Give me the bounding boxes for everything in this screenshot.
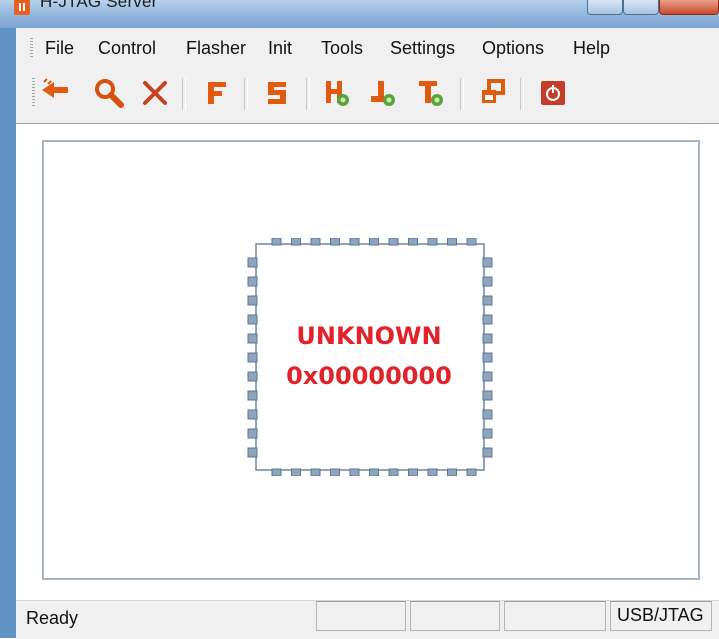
chip-pin-top — [291, 237, 301, 246]
chip-pin-bottom — [408, 468, 418, 477]
chip-pin-bottom — [330, 468, 340, 477]
app-icon — [14, 0, 30, 15]
chip-pin-bottom — [427, 468, 438, 477]
chip-pin-bottom — [291, 468, 301, 477]
search-magnifier-icon[interactable] — [92, 76, 126, 110]
flasher-f-icon[interactable] — [200, 76, 234, 110]
chip-pin-top — [388, 237, 399, 246]
caption-buttons — [587, 0, 719, 18]
menu-options[interactable]: Options — [482, 38, 544, 59]
chip-pin-top — [447, 237, 457, 246]
connection-type: USB/JTAG — [617, 605, 704, 625]
minimize-button[interactable] — [587, 0, 623, 15]
chip-pin-top — [427, 237, 438, 246]
chip-pin-bottom — [466, 468, 477, 477]
status-pane — [504, 601, 606, 631]
maximize-button[interactable] — [623, 0, 659, 15]
chip-pin-left — [247, 371, 258, 382]
chip-pin-right — [482, 257, 493, 268]
toolbar-separator — [244, 78, 248, 110]
chip-pin-right — [482, 352, 493, 363]
chip-pin-right — [482, 295, 493, 306]
chip-pin-top — [369, 237, 379, 246]
status-pane-connection: USB/JTAG — [610, 601, 712, 631]
chip-pin-top — [349, 237, 360, 246]
content-area: UNKNOWN 0x00000000 — [16, 123, 719, 601]
chip-pin-left — [247, 447, 258, 458]
close-x-icon[interactable] — [138, 76, 172, 110]
chip: UNKNOWN 0x00000000 — [244, 237, 494, 477]
chip-pin-right — [482, 371, 493, 382]
chip-pin-top — [466, 237, 477, 246]
chip-pin-left — [247, 276, 258, 287]
chip-pin-left — [247, 333, 258, 344]
chip-pin-left — [247, 409, 258, 420]
chip-pin-right — [482, 333, 493, 344]
chip-pin-left — [247, 295, 258, 306]
chip-body — [247, 237, 493, 477]
detect-target-arrow-icon[interactable] — [38, 76, 72, 110]
chip-pin-top — [310, 237, 321, 246]
toolbar-separator — [306, 78, 310, 110]
window-restore-icon[interactable] — [476, 76, 510, 110]
menu-flasher[interactable]: Flasher — [186, 38, 246, 59]
client-area: File Control Flasher Init Tools Settings… — [16, 28, 719, 639]
jtag-j-gear-icon[interactable] — [366, 76, 400, 110]
menu-help[interactable]: Help — [573, 38, 610, 59]
chip-pin-top — [408, 237, 418, 246]
menu-init[interactable]: Init — [268, 38, 292, 59]
chip-pin-bottom — [447, 468, 457, 477]
chip-pin-bottom — [310, 468, 321, 477]
window-title: H-JTAG Server — [40, 0, 158, 11]
chip-pin-bottom — [271, 468, 282, 477]
chip-pin-bottom — [388, 468, 399, 477]
menu-bar: File Control Flasher Init Tools Settings… — [16, 28, 719, 68]
status-bar: Ready USB/JTAG — [16, 600, 719, 639]
status-pane — [316, 601, 406, 631]
chip-pin-right — [482, 428, 493, 439]
toolbar — [16, 70, 719, 122]
chip-pin-top — [330, 237, 340, 246]
power-icon[interactable] — [536, 76, 570, 110]
tools-t-gear-icon[interactable] — [414, 76, 448, 110]
chip-pin-right — [482, 314, 493, 325]
chip-pin-bottom — [349, 468, 360, 477]
settings-s-icon[interactable] — [260, 76, 294, 110]
toolbar-separator — [460, 78, 464, 110]
toolbar-separator — [182, 78, 186, 110]
chip-pin-bottom — [369, 468, 379, 477]
menu-settings[interactable]: Settings — [390, 38, 455, 59]
menu-tools[interactable]: Tools — [321, 38, 363, 59]
toolbar-grip[interactable] — [32, 78, 35, 108]
close-button[interactable] — [659, 0, 719, 15]
chip-pin-right — [482, 447, 493, 458]
chip-pin-right — [482, 390, 493, 401]
chip-pin-right — [482, 276, 493, 287]
chip-pin-left — [247, 428, 258, 439]
chip-name: UNKNOWN — [296, 322, 442, 350]
chip-pin-right — [482, 409, 493, 420]
chip-id: 0x00000000 — [286, 362, 452, 390]
chip-pin-top — [271, 237, 282, 246]
menu-grip[interactable] — [30, 38, 33, 58]
toolbar-separator — [520, 78, 524, 110]
chip-pin-left — [247, 257, 258, 268]
target-panel: UNKNOWN 0x00000000 — [42, 140, 700, 580]
status-pane — [410, 601, 500, 631]
title-bar[interactable]: H-JTAG Server — [0, 0, 719, 28]
chip-pin-left — [247, 390, 258, 401]
chip-pin-left — [247, 352, 258, 363]
menu-file[interactable]: File — [45, 38, 74, 59]
init-h-gear-icon[interactable] — [320, 76, 354, 110]
chip-pin-left — [247, 314, 258, 325]
status-text: Ready — [26, 608, 79, 628]
menu-control[interactable]: Control — [98, 38, 156, 59]
